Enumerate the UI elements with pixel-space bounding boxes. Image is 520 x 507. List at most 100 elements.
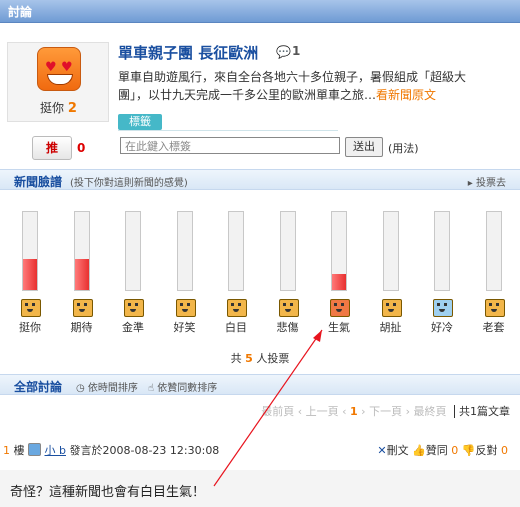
mood-face-icon[interactable] bbox=[227, 299, 247, 317]
mood-label: 金準 bbox=[122, 321, 144, 334]
discussion-header: 討論 bbox=[0, 0, 520, 23]
post-user-link[interactable]: 小 b bbox=[45, 444, 66, 457]
push-label: 推 bbox=[45, 141, 58, 155]
vote-total-suffix: 人投票 bbox=[256, 352, 290, 365]
mood-label: 老套 bbox=[482, 321, 505, 334]
face-eyes bbox=[334, 303, 344, 306]
sort-time-label: 依時間排序 bbox=[87, 383, 138, 394]
discussion-section-bar: 全部討論 ◷ 依時間排序 ☝ 依贊同數排序 bbox=[0, 374, 520, 395]
face-mouth bbox=[78, 309, 85, 312]
mood-face-icon[interactable] bbox=[72, 299, 93, 317]
sort-votes-label: 依贊同數排序 bbox=[157, 383, 218, 394]
pager-current: 1 bbox=[350, 405, 358, 418]
mood-label: 悲傷 bbox=[276, 321, 299, 334]
thumb-up-icon: 👍 bbox=[412, 444, 426, 457]
face-mouth bbox=[181, 309, 188, 312]
tags-divider bbox=[118, 130, 338, 131]
comment-count: 1 bbox=[292, 44, 301, 58]
mood-face-icon[interactable] bbox=[21, 299, 41, 317]
face-mouth bbox=[130, 309, 136, 312]
pager-prev[interactable]: 上一頁 bbox=[306, 405, 339, 418]
face-mouth bbox=[336, 309, 342, 312]
push-button[interactable]: 推 bbox=[32, 136, 72, 160]
usage-link[interactable]: (用法) bbox=[388, 140, 419, 156]
mood-bar bbox=[434, 211, 450, 291]
face-eyes bbox=[76, 303, 87, 306]
face-eyes bbox=[231, 303, 241, 306]
mood-bar-fill bbox=[74, 258, 89, 290]
face-mouth bbox=[490, 309, 497, 312]
like-count: 2 bbox=[67, 101, 77, 116]
user-arrow-icon bbox=[28, 443, 41, 456]
face-eyes bbox=[385, 303, 396, 306]
oppose-label: 反對 bbox=[475, 444, 498, 457]
mood-face-icon[interactable] bbox=[330, 299, 350, 317]
tags-label: 標籤 bbox=[118, 114, 162, 130]
article-title[interactable]: 單車親子團 長征歐洲 bbox=[118, 42, 258, 63]
sort-time-link[interactable]: ◷ 依時間排序 bbox=[76, 379, 138, 394]
original-news-link[interactable]: 看新聞原文 bbox=[376, 88, 436, 102]
agree-button[interactable]: 👍贊同 0 bbox=[412, 444, 458, 457]
mood-bar bbox=[176, 211, 193, 291]
mood-bar bbox=[228, 211, 244, 291]
push-count: 0 bbox=[77, 141, 86, 155]
sort-votes-link[interactable]: ☝ 依贊同數排序 bbox=[148, 379, 217, 394]
mood-section-bar: 新聞臉譜 (投下你對這則新聞的感覺) ▸ 投票去 bbox=[0, 169, 520, 190]
oppose-button[interactable]: 👎反對 0 bbox=[462, 444, 508, 457]
post-text: 奇怪？這種新聞也會有白目生氣！ bbox=[10, 485, 206, 500]
header-title: 討論 bbox=[8, 5, 33, 19]
mood-label: 胡扯 bbox=[379, 321, 402, 334]
delete-post-button[interactable]: ✕刪文 bbox=[377, 444, 408, 457]
vote-total: 共 5 人投票 bbox=[0, 350, 520, 366]
post-actions: ✕刪文 👍贊同 0 👎反對 0 bbox=[377, 442, 508, 458]
like-label: 挺你 bbox=[40, 101, 65, 115]
discussion-title: 全部討論 bbox=[14, 380, 63, 394]
mood-face-icon[interactable] bbox=[278, 299, 299, 317]
mood-bar bbox=[485, 211, 502, 291]
face-mouth bbox=[439, 309, 445, 312]
pager-next[interactable]: 下一頁 bbox=[369, 405, 402, 418]
mood-label: 白目 bbox=[225, 321, 247, 334]
mood-bar bbox=[331, 211, 347, 291]
mood-bar bbox=[22, 211, 38, 291]
pager: 最前頁 ‹ 上一頁 ‹ 1 › 下一頁 › 最終頁 共1篇文章 bbox=[261, 405, 510, 418]
mood-bar-fill bbox=[23, 258, 37, 290]
vote-link-label: 投票去 bbox=[476, 178, 506, 189]
love-face-icon: ♥ ♥ bbox=[37, 47, 81, 91]
like-avatar-box[interactable]: ♥ ♥ 挺你 2 bbox=[7, 42, 109, 122]
delete-x-icon: ✕ bbox=[377, 444, 387, 457]
mood-bar bbox=[125, 211, 141, 291]
face-mouth bbox=[387, 309, 394, 312]
post-body: 奇怪？這種新聞也會有白目生氣！ bbox=[0, 470, 520, 507]
mood-face-icon[interactable] bbox=[381, 299, 402, 317]
pager-last[interactable]: 最終頁 bbox=[414, 405, 447, 418]
post-meta: 1 樓 小 b 發言於2008-08-23 12:30:08 bbox=[3, 442, 219, 458]
face-mouth bbox=[284, 309, 291, 312]
vote-link[interactable]: ▸ 投票去 bbox=[468, 174, 506, 189]
face-eyes bbox=[282, 303, 293, 306]
mood-face-icon[interactable] bbox=[175, 299, 196, 317]
pager-first[interactable]: 最前頁 bbox=[261, 405, 294, 418]
mood-face-icon[interactable] bbox=[433, 299, 453, 317]
agree-label: 贊同 bbox=[425, 444, 448, 457]
article-summary: 單車自助遊風行，來自全台各地六十多位親子，暑假組成「超級大團」，以廿九天完成一千… bbox=[118, 68, 478, 104]
oppose-count: 0 bbox=[501, 444, 508, 457]
like-count-label: 挺你 2 bbox=[40, 99, 77, 116]
mood-face-icon[interactable] bbox=[484, 299, 505, 317]
pager-total: 共1篇文章 bbox=[454, 405, 510, 418]
agree-count: 0 bbox=[451, 444, 459, 457]
mood-label: 挺你 bbox=[19, 321, 41, 334]
mood-bar bbox=[382, 211, 399, 291]
tag-input[interactable]: 在此鍵入標簽 bbox=[120, 137, 340, 154]
delete-label: 刪文 bbox=[386, 444, 409, 457]
mood-bar bbox=[73, 211, 90, 291]
mood-face-icon[interactable] bbox=[124, 299, 144, 317]
mood-label: 好笑 bbox=[173, 321, 196, 334]
face-eyes bbox=[25, 303, 35, 306]
send-button[interactable]: 送出 bbox=[345, 137, 383, 157]
smile-mouth bbox=[47, 74, 73, 85]
vote-total-prefix: 共 bbox=[230, 352, 242, 365]
mood-label: 好冷 bbox=[431, 321, 453, 334]
face-eyes bbox=[128, 303, 138, 306]
face-mouth bbox=[27, 309, 33, 312]
